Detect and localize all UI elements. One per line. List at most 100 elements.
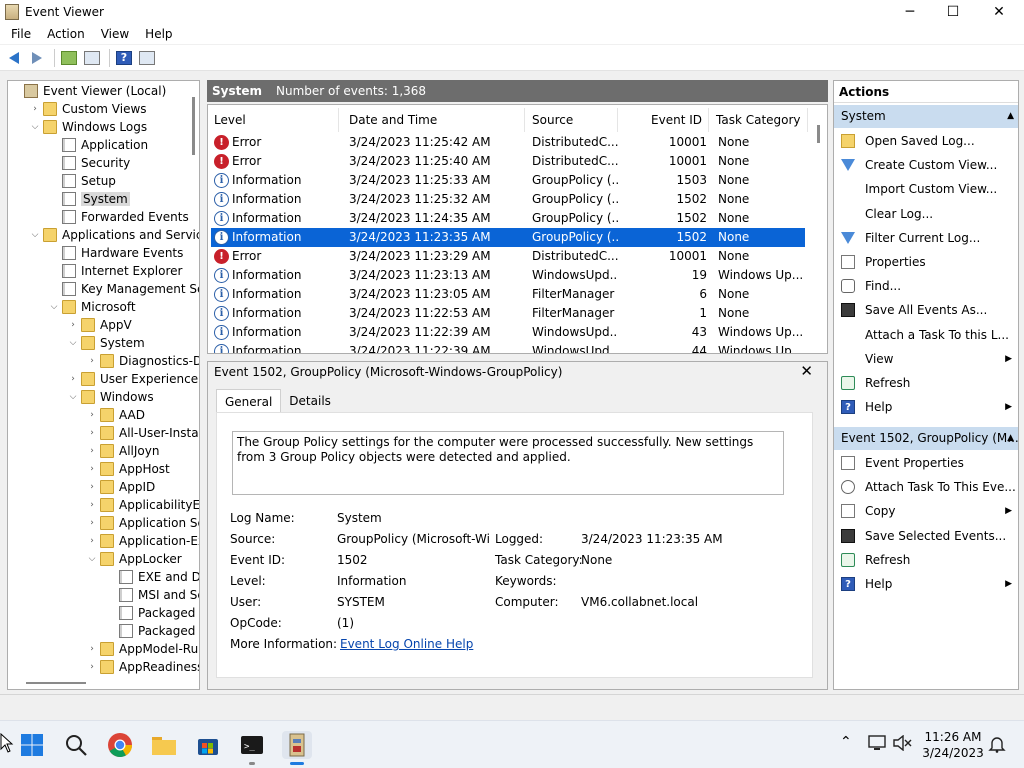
tree-item[interactable]: › Application Se [86, 514, 199, 532]
minimize-button[interactable]: ─ [887, 0, 933, 23]
show-hidden-icons-chevron-icon[interactable]: ⌃ [840, 734, 852, 750]
table-row[interactable]: i Information 3/24/2023 11:23:35 AM GroupPo… [211, 228, 805, 247]
maximize-button[interactable]: ☐ [930, 0, 976, 23]
close-button[interactable]: ✕ [976, 0, 1022, 23]
tree-item[interactable]: ⌵ Applications and Services [29, 226, 199, 244]
tree-item[interactable]: › AppHost [86, 460, 170, 478]
search-button[interactable] [62, 731, 90, 759]
tree-item[interactable]: MSI and Sc [105, 586, 199, 604]
back-button[interactable] [4, 48, 24, 68]
action-save-selected-events[interactable]: Save Selected Events... [834, 524, 1018, 548]
file-explorer-taskbar-button[interactable] [150, 731, 178, 759]
chevron-right-icon[interactable]: › [67, 374, 79, 384]
events-table[interactable]: Level Date and Time Source Event ID Task… [207, 104, 828, 354]
volume-tray-button[interactable] [892, 734, 912, 754]
action-attach-task-to-this-eve[interactable]: Attach Task To This Eve... [834, 475, 1018, 499]
column-event-id[interactable]: Event ID [619, 108, 709, 132]
tree-item[interactable]: Hardware Events [48, 244, 183, 262]
tree-item[interactable]: › Application-Ex [86, 532, 199, 550]
tree-item[interactable]: › All-User-Instal [86, 424, 199, 442]
action-attach-a-task-to-this-l[interactable]: Attach a Task To this L... [834, 323, 1018, 347]
chevron-down-icon[interactable]: ⌵ [29, 230, 41, 240]
chevron-right-icon[interactable]: › [86, 518, 98, 528]
table-row[interactable]: i Information 3/24/2023 11:24:35 AM GroupPo… [211, 209, 805, 228]
chevron-down-icon[interactable]: ⌵ [48, 302, 60, 312]
table-row[interactable]: ! Error 3/24/2023 11:23:29 AM DistributedC.… [211, 247, 805, 266]
action-view[interactable]: View ▶ [834, 347, 1018, 371]
menu-action[interactable]: Action [39, 27, 93, 41]
action-save-all-events-as[interactable]: Save All Events As... [834, 298, 1018, 322]
table-row[interactable]: ! Error 3/24/2023 11:25:40 AM DistributedC.… [211, 152, 805, 171]
tree-item[interactable]: ⌵ Windows Logs [29, 118, 147, 136]
tree-item[interactable]: › ApplicabilityEr [86, 496, 199, 514]
chevron-right-icon[interactable]: › [29, 104, 41, 114]
chevron-right-icon[interactable]: › [86, 536, 98, 546]
terminal-taskbar-button[interactable]: >_ [238, 731, 266, 765]
events-table-scrollbar[interactable] [817, 125, 820, 143]
action-refresh[interactable]: Refresh [834, 371, 1018, 395]
menu-file[interactable]: File [0, 27, 39, 41]
chevron-right-icon[interactable]: › [67, 320, 79, 330]
tree-item[interactable]: › User Experience Vi [67, 370, 199, 388]
show-hide-action-pane-button[interactable] [137, 48, 157, 68]
chevron-down-icon[interactable]: ⌵ [67, 392, 79, 402]
action-copy[interactable]: Copy ▶ [834, 499, 1018, 523]
tree-item[interactable]: › AppID [86, 478, 155, 496]
chevron-right-icon[interactable]: › [86, 482, 98, 492]
actions-section-system[interactable]: System ▲ [834, 105, 1018, 128]
console-tree[interactable]: Event Viewer (Local) › Custom Views ⌵ Window… [7, 80, 200, 690]
table-row[interactable]: i Information 3/24/2023 11:23:13 AM Windows… [211, 266, 805, 285]
chevron-down-icon[interactable]: ⌵ [29, 122, 41, 132]
notifications-button[interactable] [988, 735, 1006, 756]
actions-section-event[interactable]: Event 1502, GroupPolicy (M... ▲ [834, 427, 1018, 450]
network-tray-button[interactable] [868, 735, 886, 754]
table-row[interactable]: i Information 3/24/2023 11:25:32 AM GroupPo… [211, 190, 805, 209]
action-open-saved-log[interactable]: Open Saved Log... [834, 129, 1018, 153]
tree-item[interactable]: › Custom Views [29, 100, 147, 118]
store-taskbar-button[interactable] [194, 731, 222, 759]
show-hide-tree-button[interactable] [82, 48, 102, 68]
action-event-properties[interactable]: Event Properties [834, 451, 1018, 475]
column-source[interactable]: Source [526, 108, 618, 132]
column-task-category[interactable]: Task Category [710, 108, 808, 132]
tab-details[interactable]: Details [281, 389, 339, 413]
action-create-custom-view[interactable]: Create Custom View... [834, 153, 1018, 177]
table-row[interactable]: i Information 3/24/2023 11:25:33 AM GroupPo… [211, 171, 805, 190]
chevron-down-icon[interactable]: ⌵ [67, 338, 79, 348]
chevron-right-icon[interactable]: › [86, 500, 98, 510]
tree-item[interactable]: › AppReadiness [86, 658, 199, 676]
action-clear-log[interactable]: Clear Log... [834, 202, 1018, 226]
table-row[interactable]: ! Error 3/24/2023 11:25:42 AM DistributedC.… [211, 133, 805, 152]
chevron-right-icon[interactable]: › [86, 464, 98, 474]
chevron-right-icon[interactable]: › [86, 644, 98, 654]
tree-item[interactable]: Forwarded Events [48, 208, 189, 226]
tree-item[interactable]: › Diagnostics-Di [86, 352, 199, 370]
action-help[interactable]: ? Help ▶ [834, 572, 1018, 596]
forward-button[interactable] [27, 48, 47, 68]
column-level[interactable]: Level [208, 108, 339, 132]
tab-general[interactable]: General [216, 389, 282, 413]
tree-item[interactable]: Packaged a [105, 622, 199, 640]
tree-item[interactable]: ⌵ Windows [67, 388, 154, 406]
chrome-taskbar-button[interactable] [106, 731, 134, 759]
action-properties[interactable]: Properties [834, 250, 1018, 274]
table-row[interactable]: i Information 3/24/2023 11:23:05 AM FilterM… [211, 285, 805, 304]
event-viewer-taskbar-button[interactable] [282, 731, 312, 765]
table-row[interactable]: i Information 3/24/2023 11:22:39 AM Windows… [211, 342, 805, 353]
start-button[interactable] [18, 731, 46, 759]
tree-item[interactable]: Event Viewer (Local) [10, 82, 166, 100]
column-date-time[interactable]: Date and Time [343, 108, 525, 132]
close-detail-icon[interactable]: ✕ [800, 362, 813, 380]
event-log-online-help-link[interactable]: Event Log Online Help [340, 637, 473, 651]
tree-item[interactable]: Key Management Ser [48, 280, 199, 298]
tree-vertical-scrollbar[interactable] [192, 97, 195, 155]
action-refresh[interactable]: Refresh [834, 548, 1018, 572]
up-folder-button[interactable] [59, 48, 79, 68]
chevron-right-icon[interactable]: › [86, 410, 98, 420]
chevron-down-icon[interactable]: ⌵ [86, 554, 98, 564]
action-filter-current-log[interactable]: Filter Current Log... [834, 226, 1018, 250]
tree-item[interactable]: Packaged a [105, 604, 199, 622]
chevron-right-icon[interactable]: › [86, 446, 98, 456]
action-help[interactable]: ? Help ▶ [834, 395, 1018, 419]
tree-item[interactable]: › AppModel-Ru [86, 640, 198, 658]
